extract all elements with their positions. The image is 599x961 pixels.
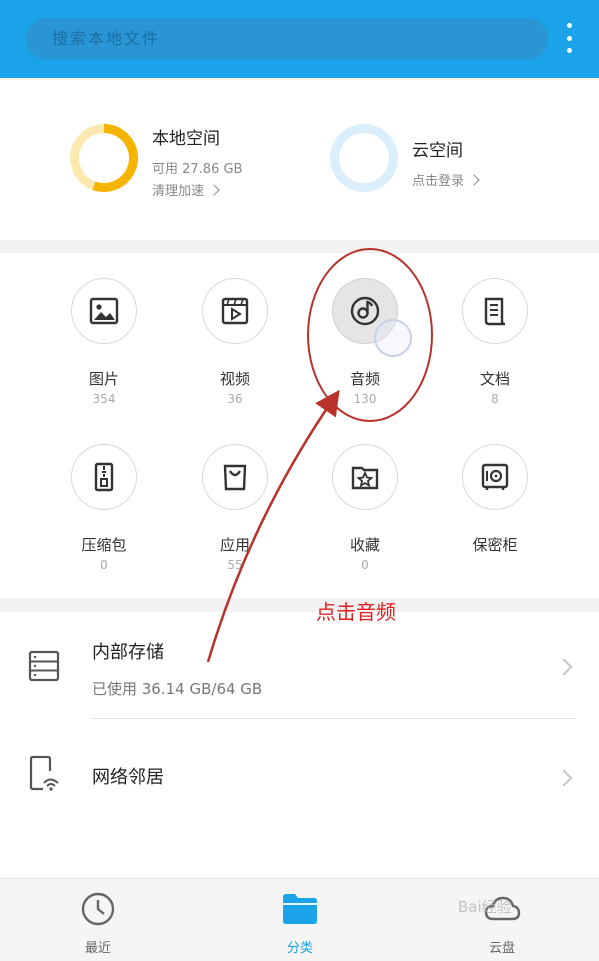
watermark: Bai经验 (458, 898, 512, 916)
annotation-text: 点击音频 (316, 600, 396, 624)
annotation-arrow (206, 389, 340, 663)
